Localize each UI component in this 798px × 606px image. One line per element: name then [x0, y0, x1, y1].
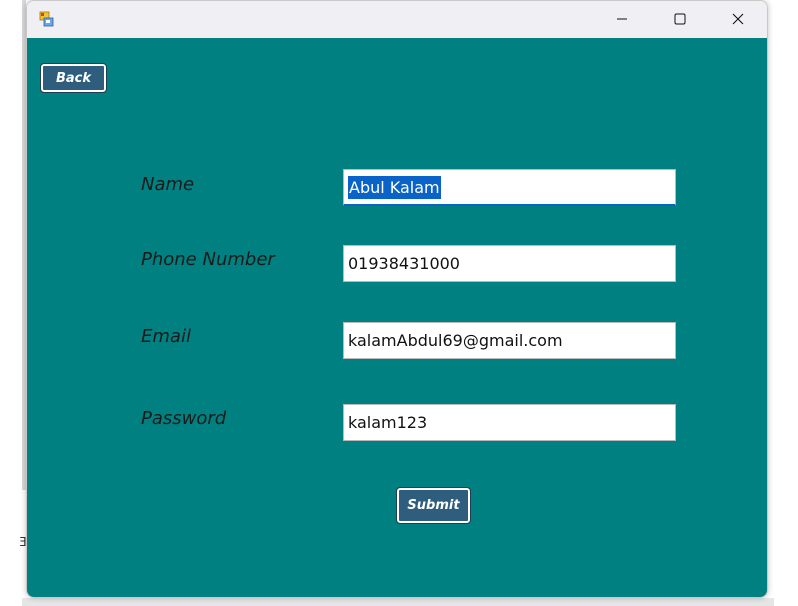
email-field[interactable]: kalamAbdul69@gmail.com: [343, 322, 676, 359]
app-window: Back Name Abul Kalam Phone Number 019384…: [26, 0, 768, 598]
phone-number-label: Phone Number: [141, 249, 275, 270]
phone-number-field[interactable]: 01938431000: [343, 245, 676, 282]
name-field[interactable]: Abul Kalam: [343, 169, 676, 206]
submit-button[interactable]: Submit: [396, 487, 471, 524]
close-button[interactable]: [709, 1, 767, 38]
password-field-value: kalam123: [348, 413, 428, 432]
form-body: Back Name Abul Kalam Phone Number 019384…: [27, 38, 767, 597]
title-bar[interactable]: [27, 1, 767, 38]
windows-form-icon[interactable]: [39, 11, 55, 27]
name-field-value: Abul Kalam: [348, 175, 441, 199]
close-icon: [732, 10, 744, 29]
password-field[interactable]: kalam123: [343, 404, 676, 441]
email-field-value: kalamAbdul69@gmail.com: [348, 331, 563, 350]
minimize-icon: [616, 10, 628, 29]
password-label: Password: [141, 408, 227, 429]
email-label: Email: [141, 326, 191, 347]
maximize-button[interactable]: [651, 1, 709, 38]
maximize-icon: [674, 10, 686, 29]
background-window-edge-bottom: [22, 598, 774, 606]
back-button[interactable]: Back: [40, 63, 107, 93]
name-label: Name: [141, 174, 195, 195]
phone-number-field-value: 01938431000: [348, 254, 460, 273]
minimize-button[interactable]: [593, 1, 651, 38]
